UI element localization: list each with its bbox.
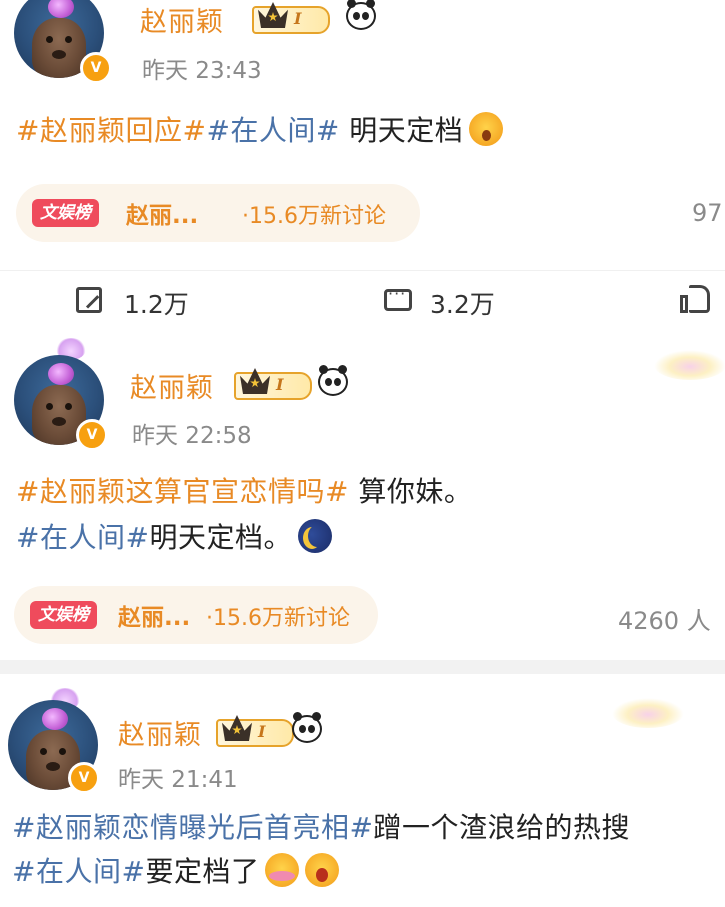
- hug-emoji-icon: [265, 853, 300, 887]
- panda-icon: [292, 712, 322, 743]
- avatar[interactable]: V: [8, 700, 100, 794]
- username[interactable]: 赵丽颖: [118, 713, 202, 752]
- post-content: #赵丽颖恋情曝光后首亮相#蹭一个渣浪给的热搜: [12, 806, 630, 850]
- topic-link[interactable]: #赵丽颖恋情曝光后首亮相#: [12, 811, 373, 844]
- post-text: 要定档了: [145, 855, 260, 888]
- verified-badge-icon: V: [68, 762, 100, 794]
- topic-link[interactable]: #在人间#: [12, 855, 145, 888]
- rank-level: I: [258, 722, 266, 741]
- post-3: V 赵丽颖 I 昨天 21:41 #赵丽颖恋情曝光后首亮相#蹭一个渣浪给的热搜 …: [0, 0, 725, 907]
- post-time: 昨天 21:41: [118, 767, 238, 793]
- post-content-line-2: #在人间#要定档了: [12, 850, 340, 894]
- rank-badge-icon[interactable]: I: [216, 715, 294, 747]
- weibo-feed: V 赵丽颖 I 昨天 23:43 #赵丽颖回应##在人间# 明天定档 文娱榜 赵…: [0, 0, 725, 907]
- crying-face-emoji-icon: [305, 853, 340, 887]
- crown-icon: [222, 715, 252, 741]
- post-text: 蹭一个渣浪给的热搜: [373, 811, 630, 844]
- avatar-decoration: [42, 708, 68, 730]
- sparkle-decoration: [612, 698, 684, 728]
- beaver-nose: [46, 762, 60, 771]
